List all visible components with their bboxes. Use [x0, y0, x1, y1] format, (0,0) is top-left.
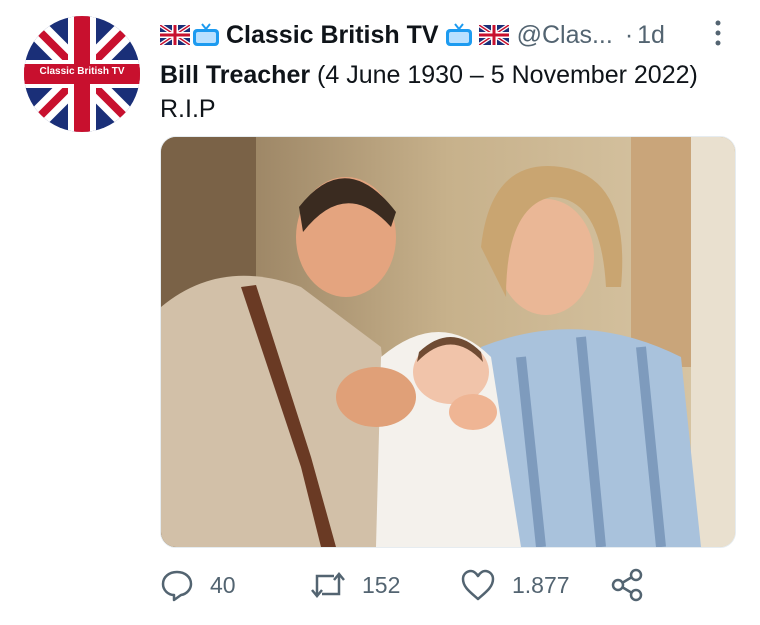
share-icon — [611, 568, 643, 602]
tweet-header: Classic British TV @Clas... · 1d — [160, 20, 736, 50]
display-name[interactable]: Classic British TV — [226, 21, 439, 50]
avatar[interactable]: Classic British TV — [24, 16, 140, 132]
tweet-photo[interactable] — [160, 136, 736, 548]
reply-count: 40 — [210, 571, 236, 598]
tv-icon — [193, 23, 219, 46]
tweet-headline: Bill Treacher (4 June 1930 – 5 November … — [160, 58, 698, 92]
retweet-count: 152 — [362, 571, 401, 598]
retweet-button[interactable]: 152 — [310, 568, 400, 602]
tweet-body: R.I.P — [160, 95, 216, 123]
tweet-actions: 40 152 1.877 — [160, 568, 700, 608]
reply-button[interactable]: 40 — [160, 568, 236, 602]
reply-icon — [161, 570, 193, 602]
tweet-text: Bill Treacher (4 June 1930 – 5 November … — [160, 58, 698, 126]
headline-dates: (4 June 1930 – 5 November 2022) — [310, 61, 698, 89]
like-button[interactable]: 1.877 — [460, 568, 570, 602]
photo-image — [161, 137, 735, 547]
handle[interactable]: @Clas... — [517, 21, 613, 50]
uk-flag-icon — [478, 25, 509, 45]
like-icon — [461, 569, 495, 601]
retweet-icon — [311, 572, 345, 598]
tv-icon — [445, 23, 472, 46]
share-button[interactable] — [610, 568, 660, 602]
headline-bold: Bill Treacher — [160, 61, 311, 89]
uk-flag-icon — [160, 25, 190, 45]
avatar-label: Classic British TV — [39, 66, 125, 77]
separator-dot: · — [624, 20, 634, 49]
timestamp[interactable]: 1d — [637, 21, 665, 50]
more-icon[interactable] — [714, 20, 722, 46]
like-count: 1.877 — [512, 571, 570, 598]
